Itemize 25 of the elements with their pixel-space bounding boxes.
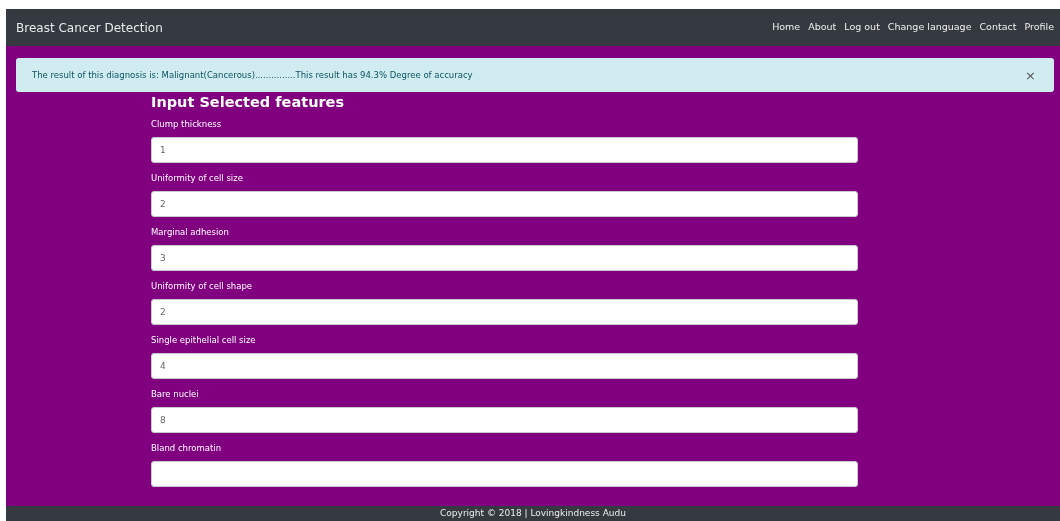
field-label: Uniformity of cell size (151, 172, 244, 184)
input-field[interactable]: 2 (151, 191, 858, 217)
nav-link[interactable]: Contact (979, 20, 1017, 35)
alert-message: The result of this diagnosis is: Malignant(Cancerous)...............This result has 94.3% Degree of accuracy (32, 68, 473, 82)
field-label: Uniformity of cell shape (151, 280, 254, 292)
input-field[interactable]: 2 (151, 299, 858, 325)
field-label: Bare nuclei (151, 388, 200, 400)
nav-link[interactable]: Change language (887, 20, 972, 35)
navbar-brand[interactable]: Breast Cancer Detection (16, 18, 163, 37)
form-heading: Input Selected features (151, 93, 346, 111)
nav-link[interactable]: Profile (1024, 20, 1054, 35)
input-field[interactable]: 3 (151, 245, 858, 271)
input-field[interactable] (151, 461, 858, 487)
footer-text: Copyright © 2018 | Lovingkindness Audu (440, 508, 626, 518)
field-label: Marginal adhesion (151, 226, 230, 238)
input-field[interactable]: 8 (151, 407, 858, 433)
input-field[interactable]: 1 (151, 137, 858, 163)
close-button[interactable]: × (1021, 68, 1040, 82)
input-field[interactable]: 4 (151, 353, 858, 379)
field-label: Clump thickness (151, 118, 223, 130)
nav-link[interactable]: Home (772, 20, 801, 35)
field-label: Bland chromatin (151, 442, 223, 454)
field-label: Single epithelial cell size (151, 334, 257, 346)
nav-link[interactable]: About (808, 20, 837, 35)
nav-link[interactable]: Log out (844, 20, 880, 35)
